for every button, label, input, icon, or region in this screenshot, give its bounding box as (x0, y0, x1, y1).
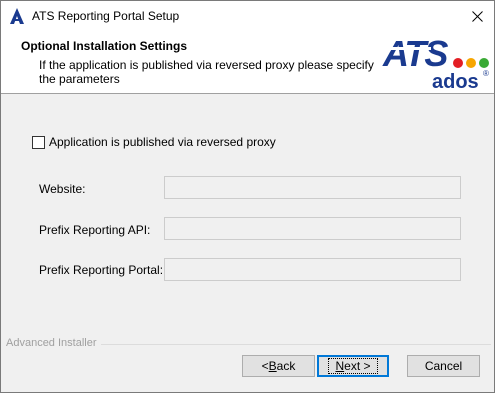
footer-divider (101, 344, 491, 345)
logo-dot-orange (466, 58, 476, 68)
close-button[interactable] (460, 1, 494, 31)
next-button-accesskey: N (335, 359, 345, 373)
reverse-proxy-checkbox[interactable] (32, 135, 45, 149)
installer-branding: Advanced Installer (6, 337, 100, 349)
website-label: Website: (39, 182, 86, 196)
ats-ados-logo: ATS ados ® (382, 34, 489, 90)
next-button[interactable]: Next > (317, 355, 389, 377)
logo-dot-green (479, 58, 489, 68)
prefix-reporting-api-input[interactable] (164, 217, 461, 240)
logo-dot-red (453, 58, 463, 68)
cancel-button[interactable]: Cancel (407, 355, 480, 377)
reverse-proxy-checkbox-row[interactable]: Application is published via reversed pr… (32, 135, 276, 149)
page-title: Optional Installation Settings (21, 39, 188, 53)
prefix-reporting-portal-input[interactable] (164, 258, 461, 281)
page-subtitle: If the application is published via reve… (39, 58, 374, 86)
next-button-suffix: ext > (344, 359, 371, 373)
setup-window: ATS Reporting Portal Setup Optional Inst… (0, 0, 495, 393)
title-bar: ATS Reporting Portal Setup (1, 1, 494, 31)
app-icon (10, 8, 24, 24)
back-button-prefix: < (261, 359, 269, 373)
logo-primary-text: ATS (382, 34, 448, 74)
prefix-reporting-portal-label: Prefix Reporting Portal: (39, 263, 164, 277)
reverse-proxy-checkbox-label[interactable]: Application is published via reversed pr… (49, 135, 276, 149)
next-button-focus: Next > (328, 358, 378, 374)
window-title: ATS Reporting Portal Setup (32, 9, 180, 23)
logo-registered-mark: ® (483, 69, 489, 78)
back-button-accesskey: B (268, 359, 277, 373)
back-button-suffix: ack (276, 359, 296, 373)
logo-secondary-text: ados (432, 71, 479, 90)
dialog-content: Application is published via reversed pr… (1, 95, 494, 345)
prefix-reporting-api-label: Prefix Reporting API: (39, 223, 151, 237)
website-input[interactable] (164, 176, 461, 199)
dialog-header: Optional Installation Settings If the ap… (1, 31, 494, 94)
back-button[interactable]: < Back (242, 355, 315, 377)
close-icon (471, 10, 483, 22)
